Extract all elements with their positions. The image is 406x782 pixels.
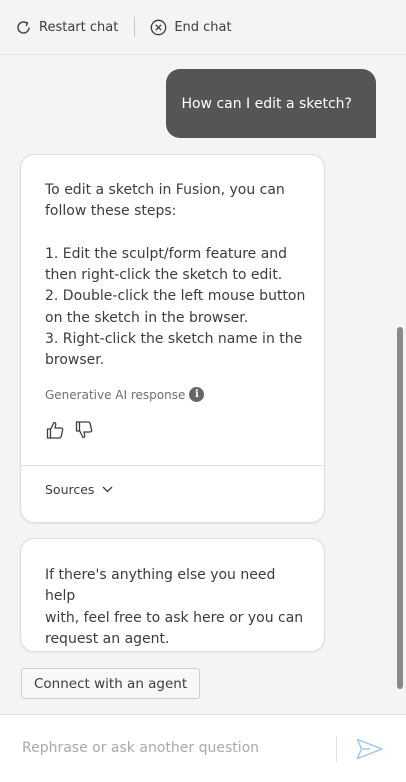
feedback-buttons [45,420,103,440]
chat-transcript[interactable]: How can I edit a sketch? To edit a sketc… [0,56,406,714]
restart-chat-button[interactable]: Restart chat [15,19,118,36]
followup-line: request an agent. [45,630,170,647]
answer-line: To edit a sketch in Fusion, you can [45,182,285,198]
card-divider [21,465,324,466]
info-icon[interactable]: i [189,387,205,402]
send-button[interactable] [356,738,384,760]
sources-label: Sources [45,482,95,497]
user-message-text: How can I edit a sketch? [181,95,352,112]
scrollbar-thumb[interactable] [397,327,403,689]
answer-line: on the sketch in the browser. [45,309,249,326]
end-chat-button[interactable]: End chat [150,19,232,36]
close-circle-icon [150,19,167,35]
generative-ai-label: Generative AI response i [45,387,205,402]
answer-line: browser. [45,352,105,369]
answer-line: 2. Double-click the left mouse button [45,288,306,305]
bot-answer-card: To edit a sketch in Fusion, you can foll… [20,154,325,523]
thumbs-up-icon[interactable] [45,420,65,440]
chat-header: Restart chat End chat [0,0,406,55]
bot-followup-text: If there's anything else you need help w… [45,565,307,650]
composer-divider [336,736,337,762]
bot-followup-card: If there's anything else you need help w… [20,538,325,652]
thumbs-down-icon[interactable] [74,420,94,440]
generative-ai-text: Generative AI response [45,387,186,402]
followup-line: with, feel free to ask here or you can [45,609,304,626]
message-composer [0,714,406,782]
answer-line: follow these steps: [45,203,177,220]
answer-line: 1. Edit the sculpt/form feature and [45,245,288,262]
user-message-bubble: How can I edit a sketch? [166,69,376,138]
refresh-icon [17,20,30,34]
followup-line: If there's anything else you need help [45,567,276,605]
chevron-down-icon [102,486,113,493]
send-icon [356,738,383,760]
answer-line: 3. Right-click the sketch name in the [45,331,303,348]
connect-agent-button[interactable]: Connect with an agent [21,668,201,699]
sources-toggle[interactable]: Sources [45,482,113,497]
message-input[interactable] [22,734,322,762]
header-divider [134,17,136,37]
bot-answer-text: To edit a sketch in Fusion, you can foll… [45,180,307,372]
restart-chat-label: Restart chat [39,19,119,35]
answer-line: then right-click the sketch to edit. [45,267,283,284]
end-chat-label: End chat [174,19,232,35]
